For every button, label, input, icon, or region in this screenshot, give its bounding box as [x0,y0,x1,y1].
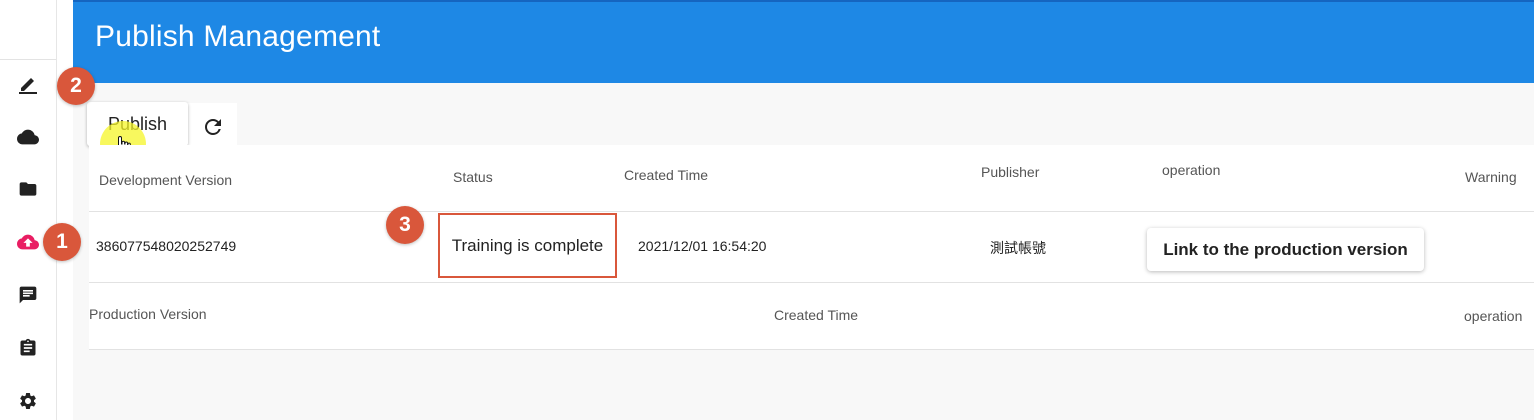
sidebar-divider [0,59,56,60]
column-header-production-operation: operation [1464,308,1523,324]
column-header-development-version: Development Version [99,172,233,188]
column-header-status: Status [453,169,493,185]
refresh-icon[interactable] [201,115,225,139]
column-header-warning: Warning [1465,169,1517,185]
publisher-cell: 測試帳號 [990,240,1046,256]
status-cell: Training is complete [438,213,617,278]
cloud-icon[interactable] [17,126,39,148]
development-version-cell: 386077548020252749 [96,238,237,254]
table-divider [89,211,1534,212]
table-divider [89,349,1534,350]
edit-icon[interactable] [17,73,39,95]
column-header-operation: operation [1162,162,1221,178]
column-header-production-version: Production Version [89,306,207,322]
step-badge-1: 1 [43,223,81,261]
clipboard-icon[interactable] [17,337,39,359]
step-badge-2: 2 [57,67,95,105]
cloud-upload-icon[interactable] [17,231,39,253]
column-header-production-created-time: Created Time [774,307,859,323]
column-header-created-time: Created Time [624,167,709,183]
link-to-production-button[interactable]: Link to the production version [1147,228,1424,271]
table-divider [89,282,1534,283]
settings-icon[interactable] [17,390,39,412]
content-gutter [57,0,73,420]
column-header-publisher: Publisher [981,164,1040,180]
page-header: Publish Management [73,0,1534,83]
sidebar [0,0,57,420]
step-badge-3: 3 [386,206,424,244]
created-time-cell: 2021/12/01 16:54:20 [638,238,767,254]
page-title: Publish Management [95,20,381,53]
chat-icon[interactable] [17,284,39,306]
folder-icon[interactable] [17,178,39,200]
